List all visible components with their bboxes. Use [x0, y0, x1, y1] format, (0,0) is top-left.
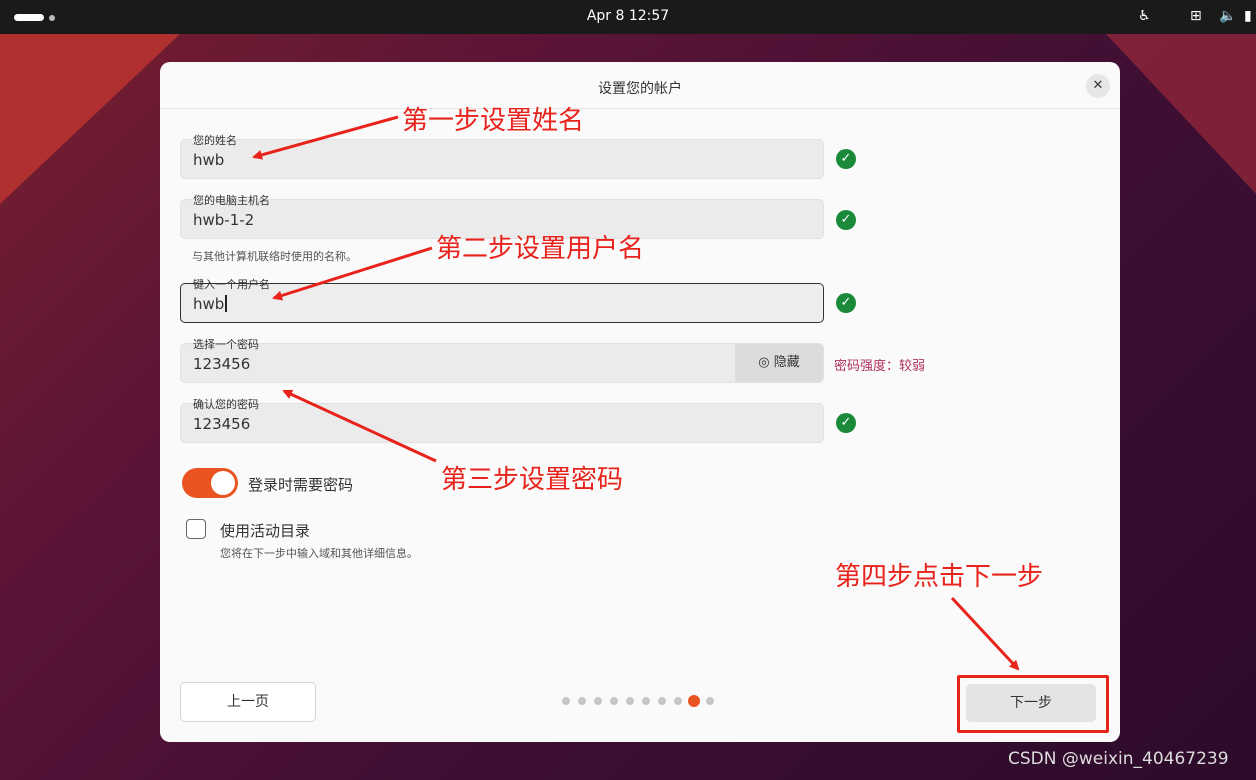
password-strength: 密码强度：较弱 — [834, 359, 926, 374]
name-label: 您的姓名 — [193, 134, 237, 147]
username-value: hwb — [193, 295, 225, 313]
accessibility-icon[interactable]: ♿ — [1138, 8, 1151, 24]
confirm-password-field[interactable]: 确认您的密码 123456 — [180, 398, 824, 443]
title-divider — [160, 108, 1120, 109]
toggle-knob — [211, 471, 235, 495]
require-password-label: 登录时需要密码 — [248, 476, 354, 494]
page-dot — [658, 697, 666, 705]
close-button[interactable]: ✕ — [1086, 74, 1110, 98]
dialog-title: 设置您的帐户 — [598, 81, 682, 97]
wallpaper-shape-right — [1106, 34, 1256, 194]
eye-slash-icon: ◎ — [758, 355, 774, 370]
active-directory-hint: 您将在下一步中输入域和其他详细信息。 — [220, 547, 418, 560]
annotation-step2: 第二步设置用户名 — [436, 234, 645, 264]
text-caret — [225, 295, 228, 312]
active-directory-label: 使用活动目录 — [220, 522, 311, 540]
setup-account-dialog: 设置您的帐户 ✕ 您的姓名 hwb ✓ 您的电脑主机名 hwb-1-2 ✓ 与其… — [160, 62, 1120, 742]
close-icon: ✕ — [1092, 78, 1104, 93]
hide-password-button[interactable]: ◎ 隐藏 — [735, 344, 823, 382]
page-dot — [706, 697, 714, 705]
hostname-hint: 与其他计算机联络时使用的名称。 — [192, 250, 357, 263]
page-dot — [562, 697, 570, 705]
confirm-password-label: 确认您的密码 — [193, 398, 259, 411]
annotation-step4: 第四步点击下一步 — [835, 562, 1044, 592]
network-icon[interactable]: ⊞ — [1190, 8, 1202, 24]
name-field[interactable]: 您的姓名 hwb — [180, 134, 824, 179]
clock[interactable]: Apr 8 12:57 — [0, 8, 1256, 24]
confirm-password-value: 123456 — [193, 415, 251, 433]
require-password-toggle[interactable] — [182, 468, 238, 498]
page-dot — [674, 697, 682, 705]
page-dot — [626, 697, 634, 705]
page-dot — [688, 695, 700, 707]
page-dot — [594, 697, 602, 705]
active-directory-checkbox[interactable] — [186, 519, 206, 539]
hostname-value: hwb-1-2 — [193, 211, 255, 229]
confirm-valid-icon: ✓ — [836, 413, 856, 433]
hostname-label: 您的电脑主机名 — [193, 194, 270, 207]
username-valid-icon: ✓ — [836, 293, 856, 313]
top-bar: Apr 8 12:57 ♿ ⊞ 🔈 ▮ — [0, 0, 1256, 34]
volume-icon[interactable]: 🔈 — [1219, 8, 1236, 24]
next-button-highlight — [957, 675, 1109, 733]
password-field[interactable]: 选择一个密码 123456 ◎ 隐藏 — [180, 338, 824, 383]
hide-password-label: 隐藏 — [773, 355, 800, 370]
previous-button[interactable]: 上一页 — [180, 682, 316, 722]
page-dot — [578, 697, 586, 705]
password-value: 123456 — [193, 355, 251, 373]
watermark: CSDN @weixin_40467239 — [1008, 749, 1229, 769]
wallpaper-shape — [0, 34, 180, 204]
annotation-step3: 第三步设置密码 — [441, 465, 624, 495]
annotation-step1: 第一步设置姓名 — [402, 106, 585, 136]
username-label: 键入一个用户名 — [193, 278, 270, 291]
name-value: hwb — [193, 151, 225, 169]
username-field[interactable]: 键入一个用户名 hwb — [180, 278, 824, 323]
hostname-valid-icon: ✓ — [836, 210, 856, 230]
battery-icon[interactable]: ▮ — [1244, 8, 1252, 24]
page-dot — [610, 697, 618, 705]
username-value-wrap: hwb — [193, 295, 228, 313]
password-label: 选择一个密码 — [193, 338, 259, 351]
name-valid-icon: ✓ — [836, 149, 856, 169]
page-dot — [642, 697, 650, 705]
